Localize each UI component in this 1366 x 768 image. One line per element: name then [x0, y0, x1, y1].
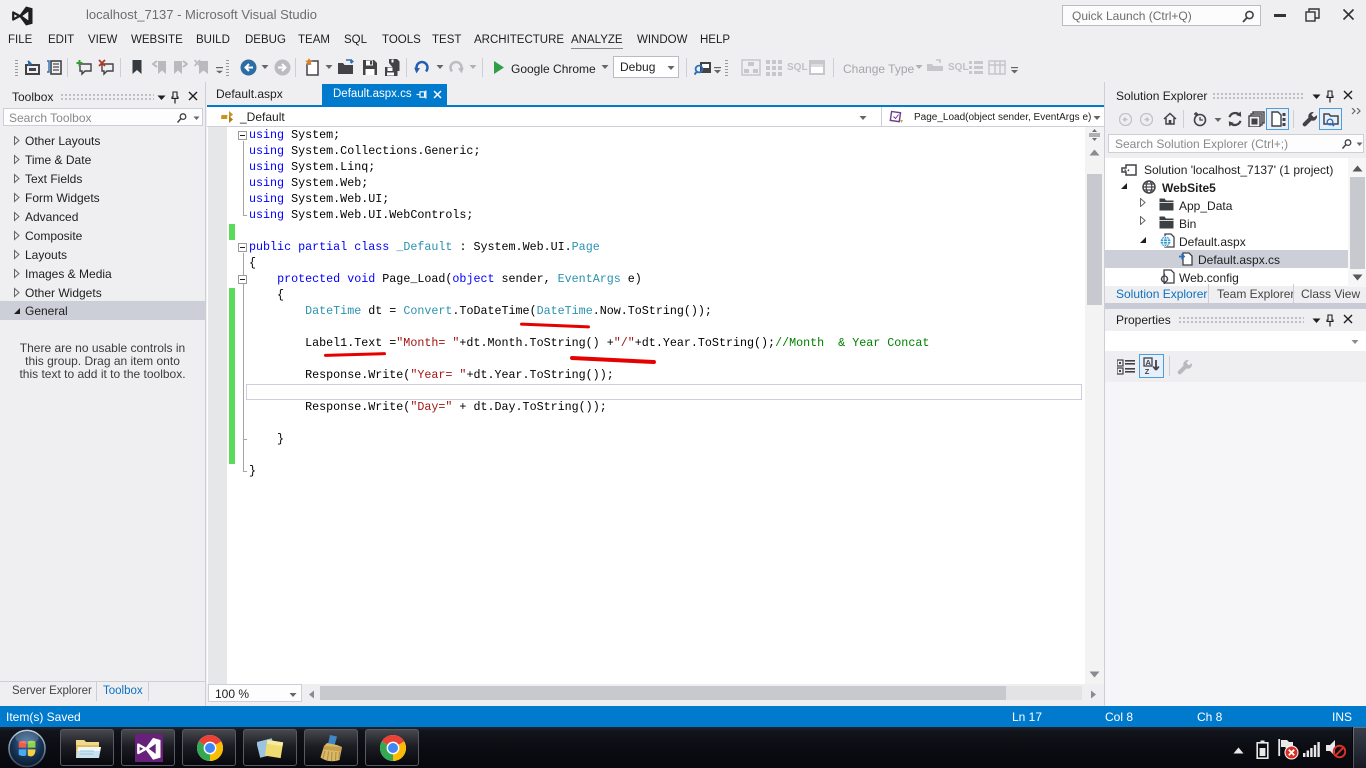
- svg-text:A: A: [1146, 358, 1152, 367]
- svg-text:Z: Z: [1145, 367, 1150, 375]
